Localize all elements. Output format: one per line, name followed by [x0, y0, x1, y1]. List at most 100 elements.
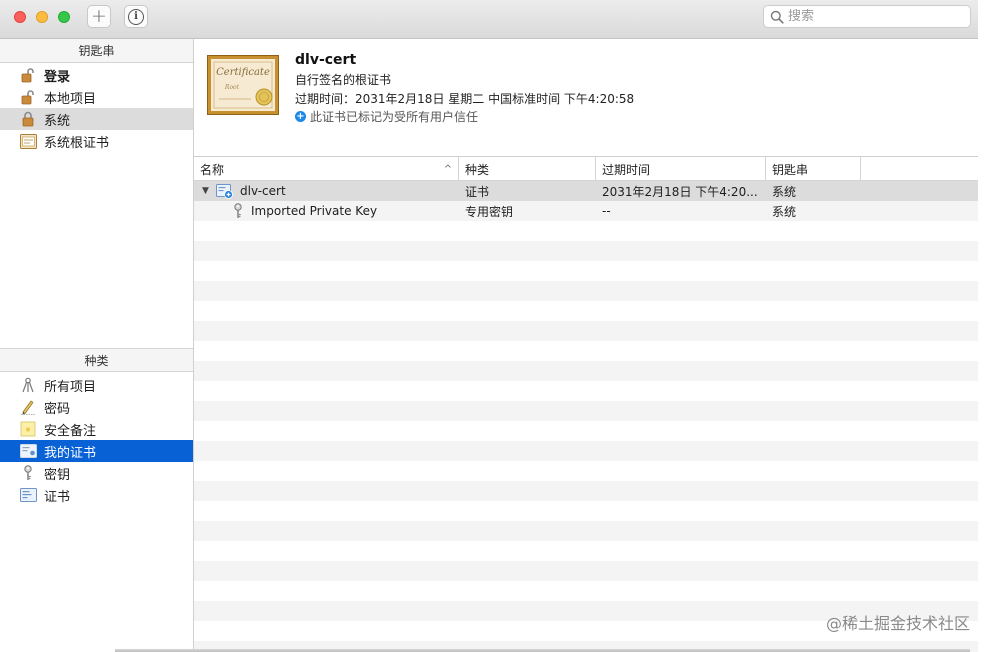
row-name: dlv-cert: [240, 184, 286, 198]
sidebar-item-label: 密码: [44, 401, 71, 417]
sidebar-item-local-items[interactable]: 本地项目: [0, 86, 193, 108]
cell-kind: 证书: [465, 184, 490, 199]
empty-row: [194, 381, 978, 401]
sidebar-item-secure-notes[interactable]: 安全备注: [0, 418, 193, 440]
empty-row: [194, 421, 978, 441]
categories-list: 所有项目 密码 安全备注 我的证书 密钥 证书: [0, 374, 193, 506]
items-table: 名称 ^ 种类 过期时间 钥匙串 ▼ dlv-cert 证书 2031年2月18…: [194, 157, 978, 652]
zoom-window-button[interactable]: [58, 11, 70, 23]
minimize-window-button[interactable]: [36, 11, 48, 23]
column-header-label: 名称: [200, 162, 225, 177]
search-input[interactable]: [788, 9, 958, 24]
cell-empty: [861, 201, 978, 221]
sidebar-item-label: 证书: [44, 489, 71, 505]
table-row-private-key[interactable]: Imported Private Key 专用密钥 -- 系统: [194, 201, 978, 221]
watermark: @稀土掘金技术社区: [825, 614, 970, 633]
categories-header: 种类: [0, 348, 193, 372]
empty-row: [194, 441, 978, 461]
trust-status-text: 此证书已标记为受所有用户信任: [310, 110, 479, 124]
empty-row: [194, 221, 978, 241]
empty-row: [194, 361, 978, 381]
sidebar-item-label: 密钥: [44, 467, 71, 483]
certificate-summary: Certificate Root dlv-cert 自行签名的根证书 过期时间：…: [194, 39, 978, 157]
empty-row: [194, 541, 978, 561]
table-row-certificate[interactable]: ▼ dlv-cert 证书 2031年2月18日 下午4:20... 系统: [194, 181, 978, 201]
table-header: 名称 ^ 种类 过期时间 钥匙串: [194, 157, 978, 181]
sidebar-item-label: 所有项目: [44, 379, 97, 395]
sidebar-item-login[interactable]: 登录: [0, 64, 193, 86]
empty-row: [194, 341, 978, 361]
certificate-image-subtitle: Root: [224, 84, 240, 91]
empty-row: [194, 321, 978, 341]
cell-empty: [861, 181, 978, 201]
sidebar-item-label: 系统根证书: [44, 135, 110, 151]
main-panel: Certificate Root dlv-cert 自行签名的根证书 过期时间：…: [194, 39, 978, 652]
column-header-name[interactable]: 名称 ^: [194, 157, 459, 181]
cell-expires: --: [602, 204, 611, 218]
sort-ascending-icon: ^: [443, 163, 452, 175]
empty-row: [194, 261, 978, 281]
certificate-image-title: Certificate: [216, 67, 270, 78]
password-pencil-icon: [19, 399, 37, 415]
disclosure-triangle-icon[interactable]: ▼: [202, 186, 213, 196]
add-item-button[interactable]: +: [87, 5, 111, 28]
sidebar-item-keys[interactable]: 密钥: [0, 462, 193, 484]
certificate-type: 自行签名的根证书: [295, 73, 392, 87]
cabinet-icon: [19, 133, 37, 149]
note-icon: [19, 421, 37, 437]
sidebar-item-label: 登录: [44, 69, 71, 85]
empty-row: [194, 501, 978, 521]
empty-row: [194, 281, 978, 301]
sidebar-item-label: 系统: [44, 113, 71, 129]
trust-plus-icon: +: [295, 111, 306, 122]
toolbar: + i: [0, 0, 978, 39]
certificate-trust-status: + 此证书已标记为受所有用户信任: [295, 108, 478, 125]
certificate-image-icon: Certificate Root: [207, 55, 279, 115]
all-items-icon: [19, 377, 37, 393]
empty-row: [194, 401, 978, 421]
sidebar-item-my-certificates[interactable]: 我的证书: [0, 440, 193, 462]
column-header-keychain[interactable]: 钥匙串: [766, 157, 861, 181]
empty-row: [194, 301, 978, 321]
get-info-button[interactable]: i: [124, 5, 148, 28]
sidebar-item-system[interactable]: 系统: [0, 108, 193, 130]
column-header-label: 种类: [465, 162, 490, 177]
certificate-icon: [19, 487, 37, 503]
lock-closed-icon: [19, 111, 37, 127]
sidebar-item-passwords[interactable]: 密码: [0, 396, 193, 418]
sidebar-item-label: 我的证书: [44, 445, 97, 461]
cell-name: Imported Private Key: [194, 201, 459, 221]
my-certificate-icon: [19, 443, 37, 459]
keychains-list: 登录 本地项目 系统 系统根证书: [0, 64, 193, 152]
empty-row: [194, 241, 978, 261]
column-header-kind[interactable]: 种类: [459, 157, 596, 181]
column-header-empty: [861, 157, 978, 181]
sidebar-item-label: 安全备注: [44, 423, 97, 439]
key-icon: [19, 465, 37, 481]
empty-row: [194, 481, 978, 501]
sidebar-item-system-roots[interactable]: 系统根证书: [0, 130, 193, 152]
search-icon: [770, 10, 784, 24]
cell-kind: 专用密钥: [465, 204, 514, 219]
search-field[interactable]: [763, 5, 971, 28]
sidebar: 钥匙串 登录 本地项目 系统 系统根证书 种类 所有项目 密码 安全备注 我的证…: [0, 39, 194, 652]
cell-keychain: 系统: [772, 204, 797, 219]
sidebar-item-certificates[interactable]: 证书: [0, 484, 193, 506]
cell-name: ▼ dlv-cert: [194, 181, 459, 201]
column-header-label: 钥匙串: [772, 162, 809, 177]
lock-open-icon: [19, 67, 37, 83]
cell-expires: 2031年2月18日 下午4:20...: [602, 184, 758, 199]
sidebar-item-all-items[interactable]: 所有项目: [0, 374, 193, 396]
sidebar-item-label: 本地项目: [44, 91, 97, 107]
cell-keychain: 系统: [772, 184, 797, 199]
key-icon: [232, 203, 244, 219]
info-icon: i: [128, 8, 144, 25]
plus-icon: +: [91, 5, 107, 27]
certificate-name: dlv-cert: [295, 52, 357, 68]
column-header-expires[interactable]: 过期时间: [596, 157, 766, 181]
close-window-button[interactable]: [14, 11, 26, 23]
keychain-access-window: + i 钥匙串 登录 本地项目: [0, 0, 978, 652]
empty-row: [194, 461, 978, 481]
empty-row: [194, 581, 978, 601]
empty-row: [194, 561, 978, 581]
